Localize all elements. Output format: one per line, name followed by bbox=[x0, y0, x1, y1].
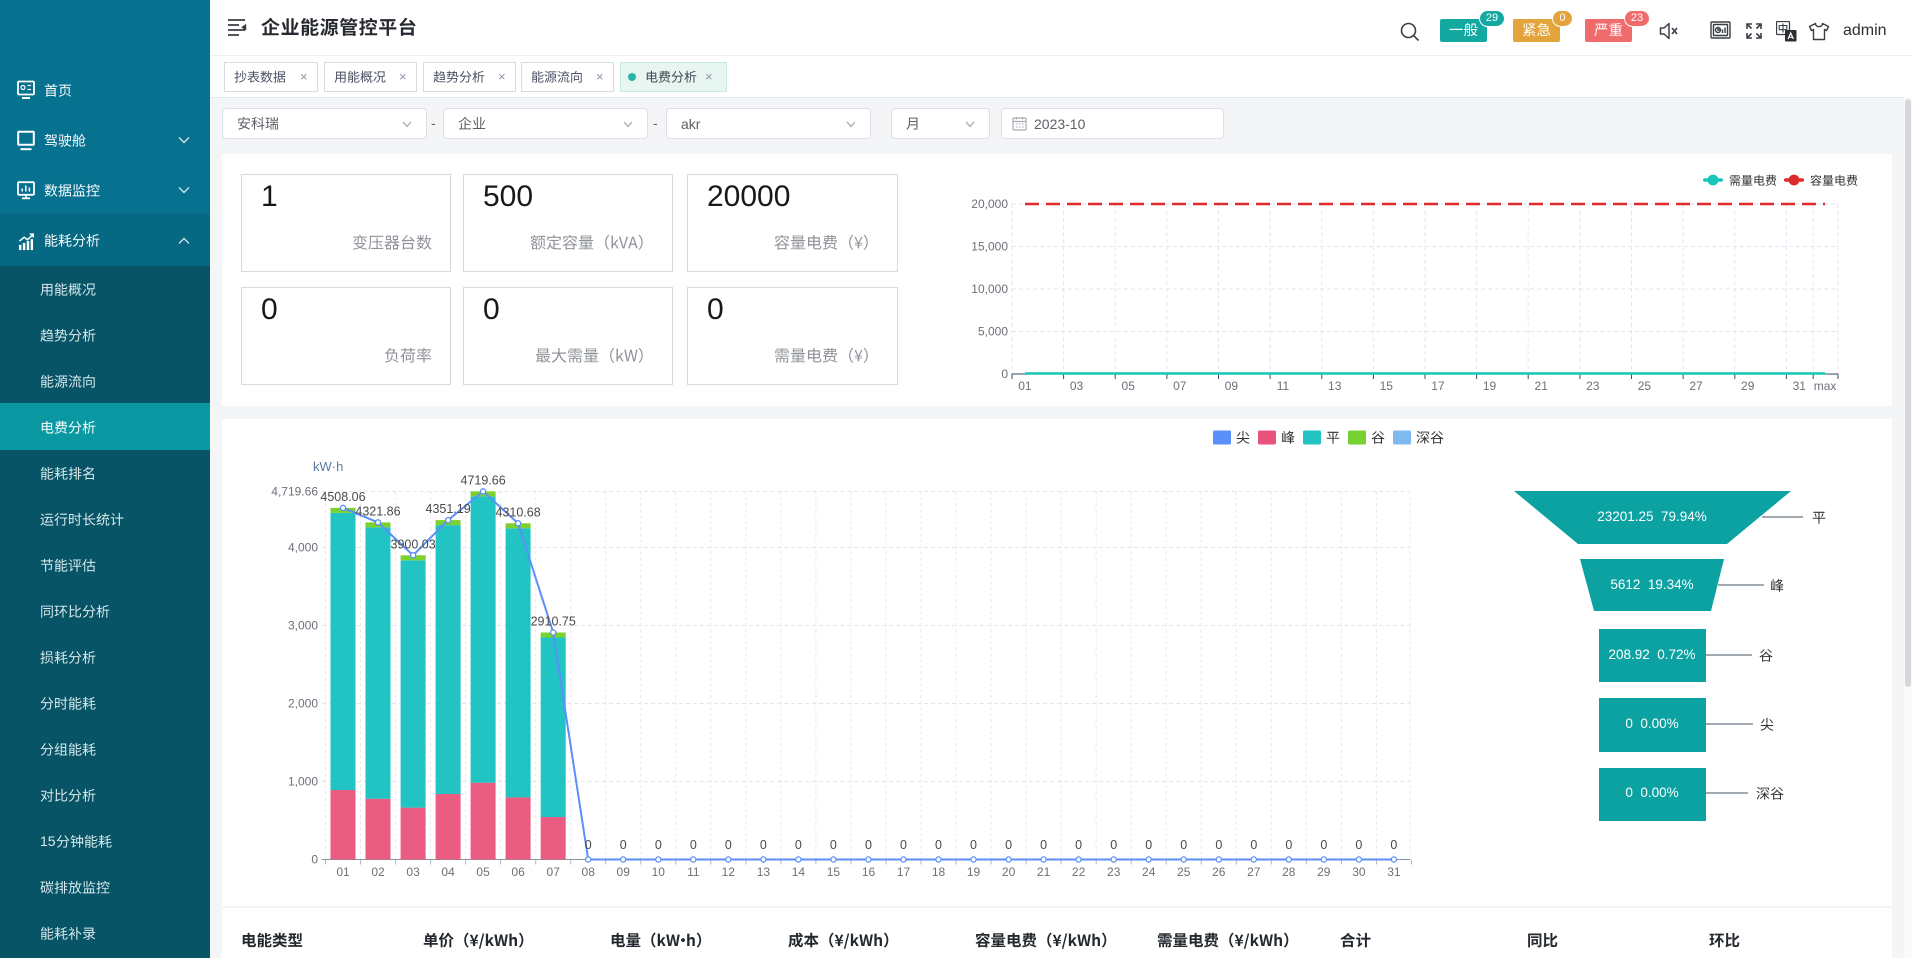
svg-text:09: 09 bbox=[1225, 379, 1239, 393]
svg-text:15: 15 bbox=[1380, 379, 1394, 393]
svg-text:0: 0 bbox=[1001, 367, 1008, 381]
svg-text:31: 31 bbox=[1793, 379, 1807, 393]
svg-text:17: 17 bbox=[1431, 379, 1445, 393]
svg-text:25: 25 bbox=[1638, 379, 1652, 393]
svg-text:10,000: 10,000 bbox=[971, 282, 1008, 296]
svg-text:19: 19 bbox=[1483, 379, 1497, 393]
svg-text:27: 27 bbox=[1689, 379, 1703, 393]
svg-text:0 0.00%: 0 0.00% bbox=[1625, 716, 1678, 731]
svg-text:20,000: 20,000 bbox=[971, 197, 1008, 211]
svg-text:01: 01 bbox=[1018, 379, 1032, 393]
svg-text:23: 23 bbox=[1586, 379, 1600, 393]
svg-text:23201.25 79.94%: 23201.25 79.94% bbox=[1597, 509, 1707, 524]
svg-text:15,000: 15,000 bbox=[971, 240, 1008, 254]
svg-text:0 0.00%: 0 0.00% bbox=[1625, 785, 1678, 800]
svg-text:11: 11 bbox=[1277, 379, 1290, 393]
svg-text:05: 05 bbox=[1122, 379, 1136, 393]
svg-text:07: 07 bbox=[1173, 379, 1187, 393]
svg-text:03: 03 bbox=[1070, 379, 1084, 393]
svg-text:208.92 0.72%: 208.92 0.72% bbox=[1608, 647, 1695, 662]
svg-text:5,000: 5,000 bbox=[978, 325, 1008, 339]
svg-text:13: 13 bbox=[1328, 379, 1342, 393]
svg-text:29: 29 bbox=[1741, 379, 1755, 393]
svg-text:5612 19.34%: 5612 19.34% bbox=[1610, 577, 1693, 592]
svg-text:max: max bbox=[1814, 379, 1837, 393]
svg-text:21: 21 bbox=[1535, 379, 1549, 393]
